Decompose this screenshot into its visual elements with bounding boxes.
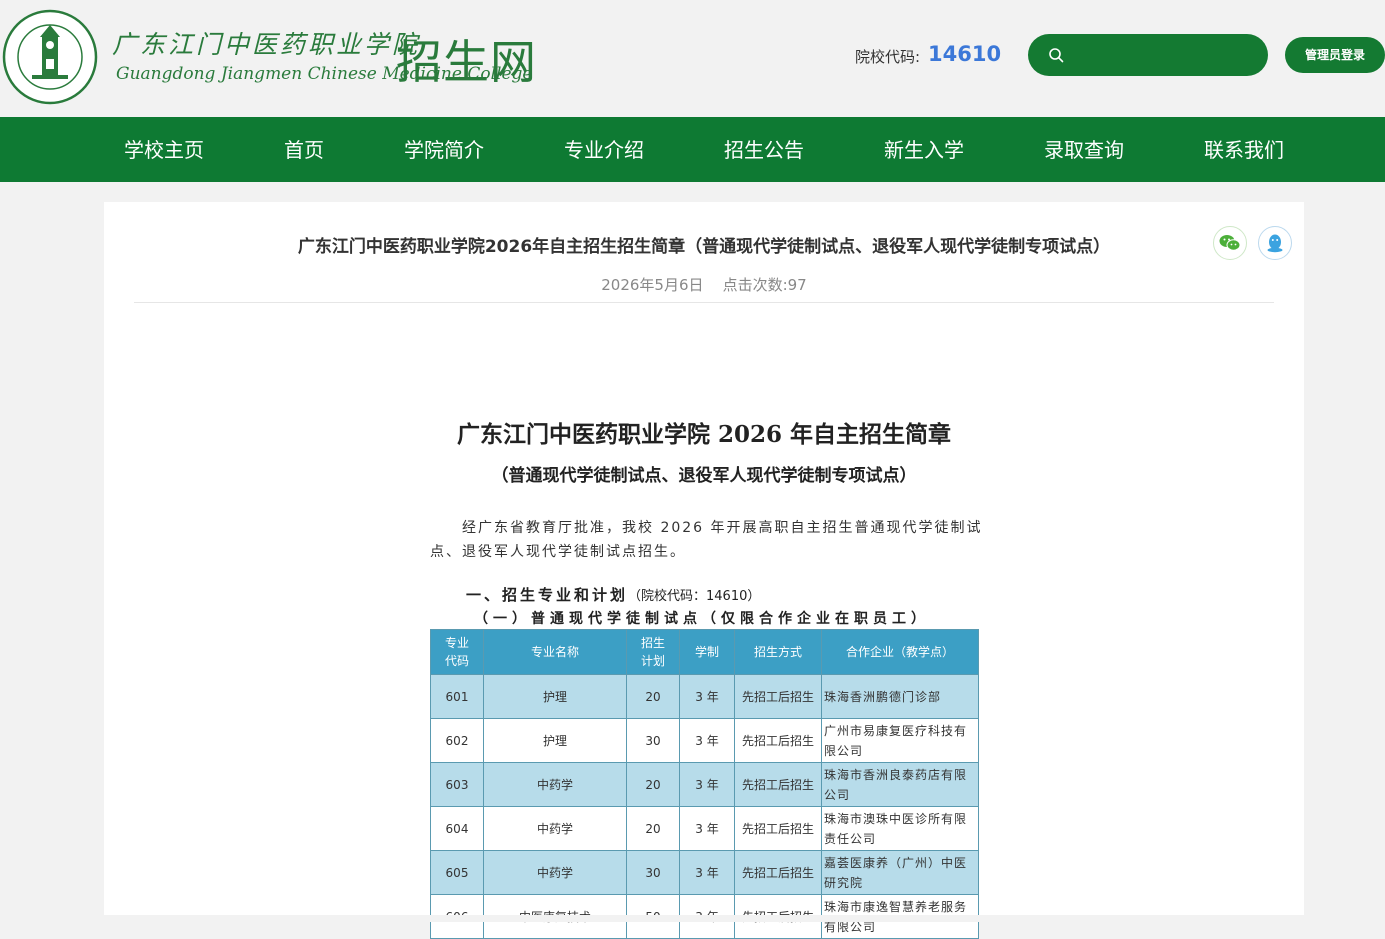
cell-partner: 嘉荟医康养（广州）中医研究院 — [821, 850, 979, 895]
cell-plan: 20 — [626, 674, 680, 719]
cell-major: 中药学 — [483, 762, 627, 807]
search-icon[interactable] — [1048, 47, 1064, 63]
cell-plan: 20 — [626, 806, 680, 851]
cell-mode: 先招工后招生 — [734, 850, 822, 895]
cell-code: 605 — [430, 850, 484, 895]
intro-paragraph: 经广东省教育厅批准，我校 2026 年开展高职自主招生普通现代学徒制试 点、退役… — [430, 516, 986, 564]
table-header-major: 专业名称 — [483, 629, 627, 675]
cell-partner: 广州市易康复医疗科技有限公司 — [821, 718, 979, 763]
school-code-label: 院校代码: — [855, 48, 921, 66]
nav-item-admission-query[interactable]: 录取查询 — [1014, 117, 1154, 182]
title-divider — [134, 302, 1274, 303]
cell-years: 3 年 — [679, 806, 735, 851]
article-meta: 2026年5月6日 点击次数:97 — [601, 276, 807, 294]
bottom-strip — [0, 915, 1385, 922]
cell-code: 601 — [430, 674, 484, 719]
nav-item-announcements[interactable]: 招生公告 — [694, 117, 834, 182]
cell-mode: 先招工后招生 — [734, 762, 822, 807]
site-name: 招生网 — [396, 35, 537, 89]
brand-chinese-name: 广东江门中医药职业学院 — [112, 30, 421, 59]
nav-item-home[interactable]: 首页 — [234, 117, 374, 182]
intro-line-1: 经广东省教育厅批准，我校 2026 年开展高职自主招生普通现代学徒制试 — [462, 520, 983, 536]
cell-mode: 先招工后招生 — [734, 718, 822, 763]
cell-mode: 先招工后招生 — [734, 674, 822, 719]
qq-share-button[interactable] — [1258, 226, 1292, 260]
admin-login-button[interactable]: 管理员登录 — [1285, 37, 1385, 73]
cell-partner: 珠海市香洲良泰药店有限公司 — [821, 762, 979, 807]
table-header-mode: 招生方式 — [734, 629, 822, 675]
section-1-subheading: （一）普通现代学徒制试点（仅限合作企业在职员工） — [474, 611, 930, 627]
cell-years: 3 年 — [679, 674, 735, 719]
cell-major: 护理 — [483, 718, 627, 763]
table-header-partner: 合作企业（教学点） — [821, 629, 979, 675]
cell-mode: 先招工后招生 — [734, 806, 822, 851]
table-row: 604 中药学 20 3 年 先招工后招生 珠海市澳珠中医诊所有限责任公司 — [430, 806, 979, 851]
qq-icon — [1267, 234, 1283, 253]
document-subtitle: （普通现代学徒制试点、退役军人现代学徒制专项试点） — [491, 466, 917, 486]
cell-years: 3 年 — [679, 718, 735, 763]
nav-item-freshmen[interactable]: 新生入学 — [854, 117, 994, 182]
enrollment-plan-table: 专业 代码 专业名称 招生 计划 学制 招生方式 合作企业（教学点） 601 护… — [430, 629, 979, 939]
cell-major: 中药学 — [483, 806, 627, 851]
article-card: 广东江门中医药职业学院2026年自主招生招生简章（普通现代学徒制试点、退役军人现… — [104, 202, 1304, 939]
nav-item-about[interactable]: 学院简介 — [374, 117, 514, 182]
cell-plan: 30 — [626, 850, 680, 895]
nav-item-contact[interactable]: 联系我们 — [1174, 117, 1314, 182]
article-title: 广东江门中医药职业学院2026年自主招生招生简章（普通现代学徒制试点、退役军人现… — [297, 237, 1111, 257]
search-box[interactable] — [1028, 34, 1268, 76]
cell-code: 604 — [430, 806, 484, 851]
nav-item-school-home[interactable]: 学校主页 — [94, 117, 234, 182]
cell-years: 3 年 — [679, 850, 735, 895]
cell-years: 3 年 — [679, 762, 735, 807]
cell-code: 602 — [430, 718, 484, 763]
cell-plan: 30 — [626, 718, 680, 763]
section-1-code: （院校代码：14610） — [628, 589, 761, 604]
main-nav: 学校主页 首页 学院简介 专业介绍 招生公告 新生入学 录取查询 联系我们 — [0, 117, 1385, 182]
college-seal-logo[interactable] — [2, 9, 98, 105]
cell-code: 603 — [430, 762, 484, 807]
cell-plan: 20 — [626, 762, 680, 807]
table-row: 605 中药学 30 3 年 先招工后招生 嘉荟医康养（广州）中医研究院 — [430, 850, 979, 895]
table-row: 603 中药学 20 3 年 先招工后招生 珠海市香洲良泰药店有限公司 — [430, 762, 979, 807]
cell-partner: 珠海香洲鹏德门诊部 — [821, 674, 979, 719]
cell-major: 护理 — [483, 674, 627, 719]
section-1-title: 一、招生专业和计划 — [466, 586, 629, 604]
table-header-plan: 招生 计划 — [626, 629, 680, 675]
table-header-code: 专业 代码 — [430, 629, 484, 675]
intro-line-2: 点、退役军人现代学徒制试点招生。 — [430, 544, 686, 560]
cell-major: 中药学 — [483, 850, 627, 895]
wechat-icon — [1219, 235, 1241, 251]
wechat-share-button[interactable] — [1213, 226, 1247, 260]
section-1-heading: 一、招生专业和计划（院校代码：14610） — [466, 584, 760, 605]
table-row: 601 护理 20 3 年 先招工后招生 珠海香洲鹏德门诊部 — [430, 674, 979, 719]
document-title: 广东江门中医药职业学院 2026 年自主招生简章 — [456, 421, 952, 448]
table-header-years: 学制 — [679, 629, 735, 675]
nav-item-majors[interactable]: 专业介绍 — [534, 117, 674, 182]
site-header: 广东江门中医药职业学院 Guangdong Jiangmen Chinese M… — [0, 0, 1385, 117]
table-row: 602 护理 30 3 年 先招工后招生 广州市易康复医疗科技有限公司 — [430, 718, 979, 763]
search-input[interactable] — [1076, 42, 1260, 70]
cell-partner: 珠海市澳珠中医诊所有限责任公司 — [821, 806, 979, 851]
school-code-value: 14610 — [928, 42, 1002, 66]
